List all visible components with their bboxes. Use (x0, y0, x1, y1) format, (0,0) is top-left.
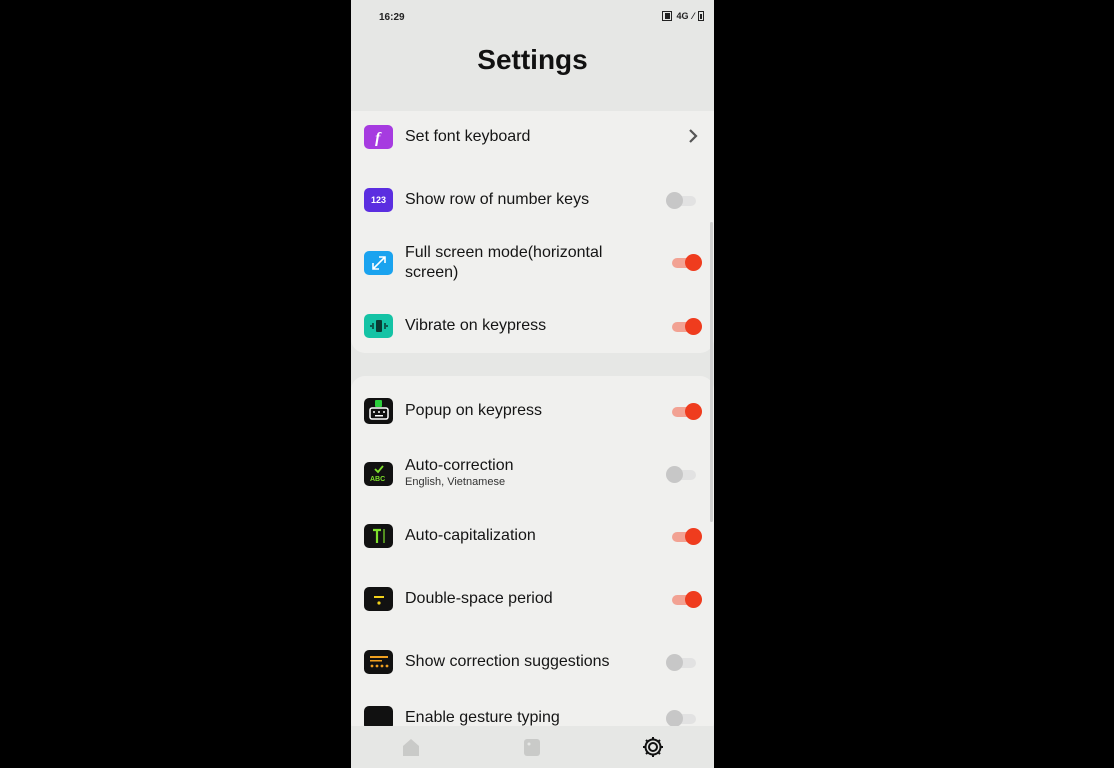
vibrate-toggle[interactable] (672, 317, 702, 335)
setting-row-auto-capitalization[interactable]: Auto-capitalization (351, 524, 714, 548)
setting-row-double-space[interactable]: Double-space period (351, 587, 714, 611)
svg-text:ABC: ABC (370, 476, 385, 483)
setting-row-popup[interactable]: Popup on keypress (351, 398, 714, 424)
setting-label: Auto-capitalization (405, 527, 536, 544)
phone-screen: 16:29 4G ⁄ Settings f Set font keyboard … (351, 0, 714, 768)
status-icons: 4G ⁄ (662, 11, 704, 21)
suggestions-toggle[interactable] (666, 653, 696, 671)
expand-arrows-icon (364, 251, 393, 275)
network-type: 4G (676, 11, 689, 21)
period-icon (364, 587, 393, 611)
scrollbar[interactable] (710, 222, 713, 522)
theme-icon[interactable] (522, 736, 542, 758)
number-123-icon: 123 (364, 188, 393, 212)
setting-label: Double-space period (405, 590, 553, 607)
page-title: Settings (477, 44, 588, 75)
setting-row-suggestions[interactable]: Show correction suggestions (351, 650, 714, 674)
chevron-right-icon[interactable] (688, 124, 698, 150)
settings-group-2: Popup on keypress ABC Auto-correction En… (351, 376, 714, 736)
gear-icon[interactable] (642, 736, 663, 758)
setting-label: Full screen mode(horizontal screen) (405, 244, 603, 281)
auto-capitalization-toggle[interactable] (672, 527, 702, 545)
double-space-toggle[interactable] (672, 590, 702, 608)
number-keys-toggle[interactable] (666, 191, 696, 209)
text-cursor-icon (364, 524, 393, 548)
wifi-icon: ⁄ (692, 11, 694, 21)
bottom-navbar (351, 726, 714, 768)
setting-label: Vibrate on keypress (405, 317, 547, 334)
status-time: 16:29 (379, 12, 405, 23)
setting-label: Set font keyboard (405, 128, 531, 145)
setting-label-group: Auto-correction English, Vietnamese (405, 456, 514, 488)
auto-correction-toggle[interactable] (666, 465, 696, 483)
setting-row-number-keys[interactable]: 123 Show row of number keys (351, 188, 714, 212)
abc-check-icon: ABC (364, 462, 393, 486)
setting-row-full-screen[interactable]: Full screen mode(horizontal screen) (351, 241, 714, 285)
setting-row-font-keyboard[interactable]: f Set font keyboard (351, 125, 714, 149)
full-screen-toggle[interactable] (672, 253, 702, 271)
setting-row-vibrate[interactable]: Vibrate on keypress (351, 314, 714, 338)
setting-label: Show row of number keys (405, 191, 590, 208)
suggested-words-icon (364, 650, 393, 674)
font-icon: f (364, 125, 393, 149)
setting-sublabel: English, Vietnamese (405, 476, 506, 488)
setting-label: Auto-correction (405, 457, 514, 474)
home-icon[interactable] (401, 736, 421, 758)
vibrate-icon (364, 314, 393, 338)
battery-icon (698, 11, 704, 21)
svg-text:f: f (375, 130, 382, 146)
setting-label: Popup on keypress (405, 402, 542, 419)
signal-icon (662, 11, 673, 21)
icon-text: 123 (370, 195, 387, 205)
keyboard-popup-icon (364, 398, 393, 424)
setting-label: Show correction suggestions (405, 653, 610, 670)
popup-toggle[interactable] (672, 402, 702, 420)
setting-label: Enable gesture typing (405, 709, 560, 726)
settings-group-1: f Set font keyboard 123 Show row of numb… (351, 111, 714, 353)
gesture-toggle[interactable] (666, 709, 696, 727)
status-bar: 16:29 4G ⁄ (351, 0, 714, 36)
setting-row-auto-correction[interactable]: ABC Auto-correction English, Vietnamese (351, 456, 714, 492)
